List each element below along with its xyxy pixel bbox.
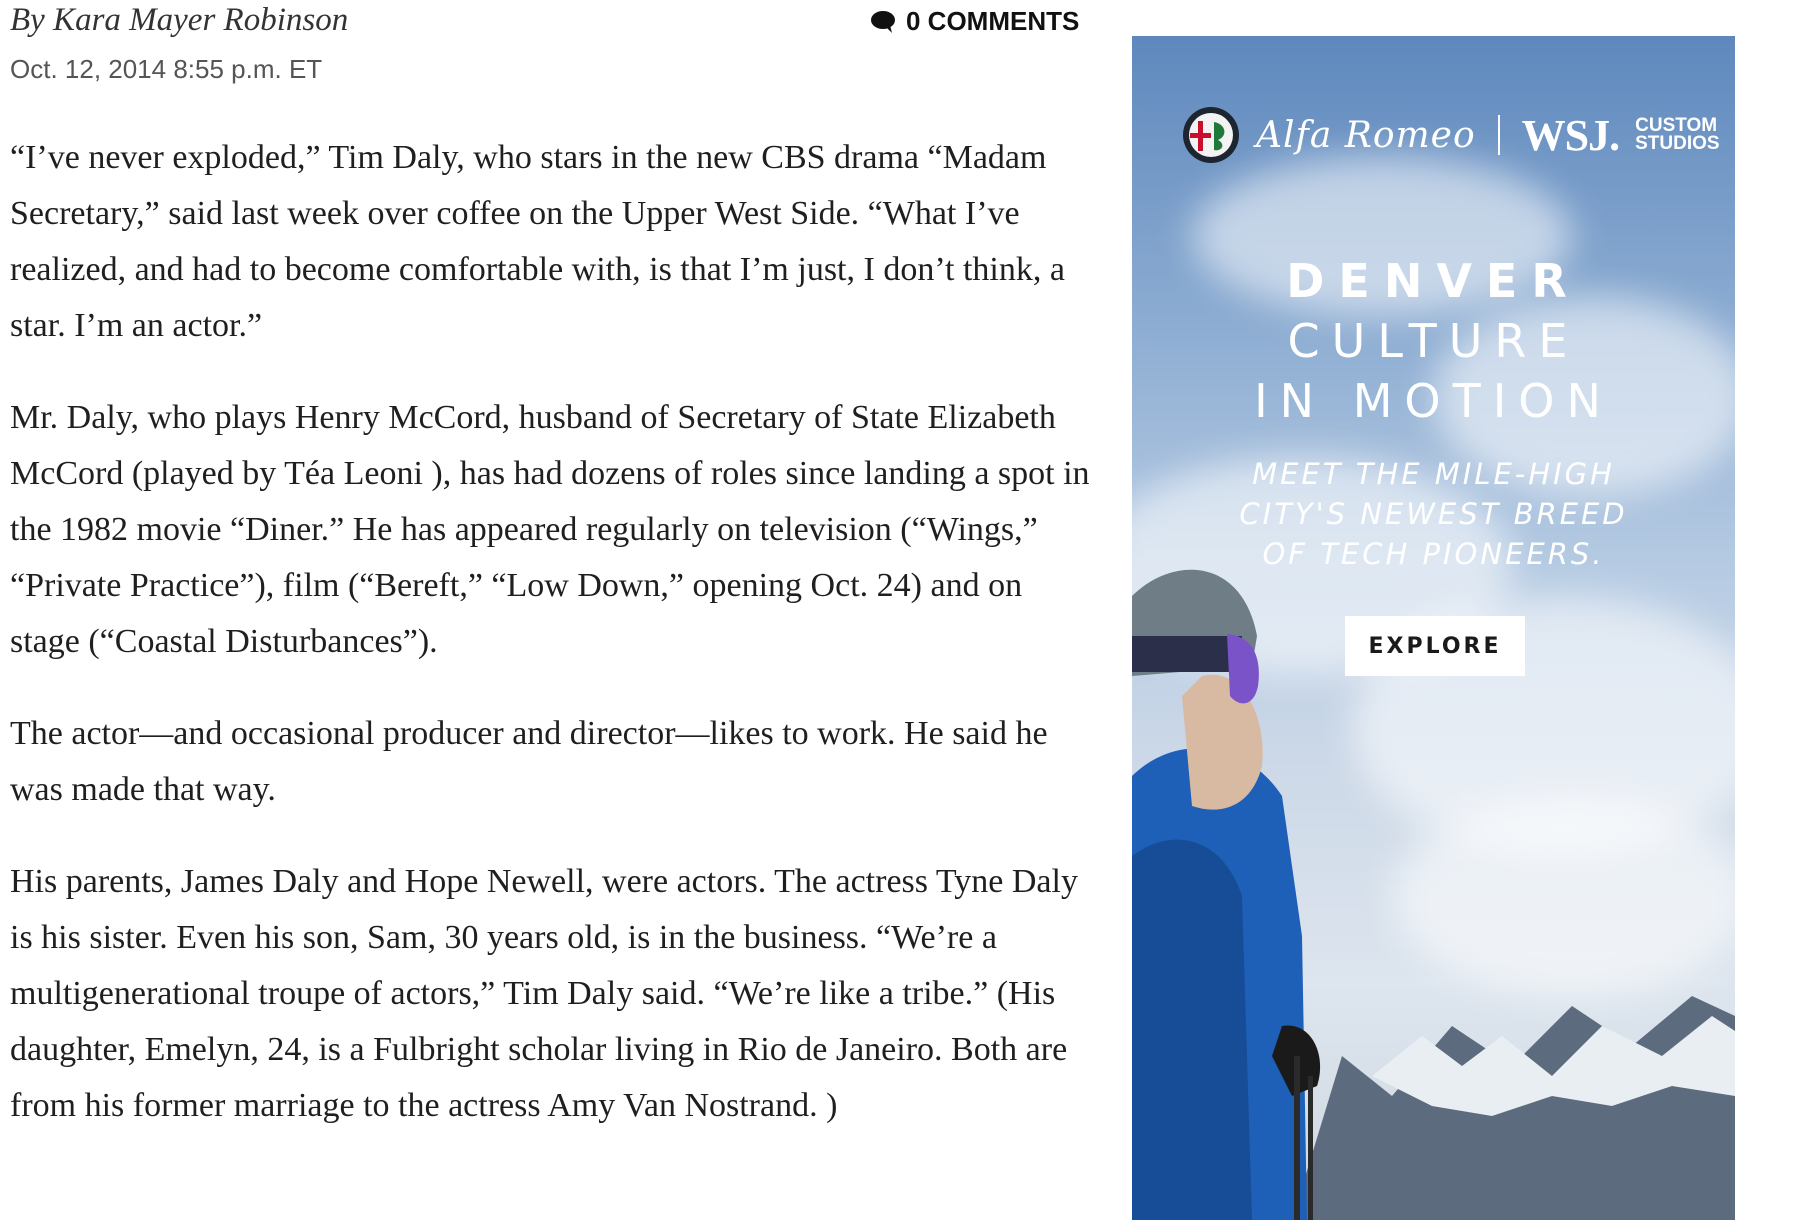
explore-button[interactable]: EXPLORE: [1345, 616, 1525, 676]
goggle-strap: [1132, 636, 1242, 672]
ad-headline-2: CULTURE: [1287, 314, 1580, 368]
paragraph: “I’ve never exploded,” Tim Daly, who sta…: [10, 139, 1065, 344]
ad-subline: CITY'S NEWEST BREED: [1239, 497, 1628, 531]
paragraph: His parents, James Daly and Hope Newell,…: [10, 863, 1078, 1124]
ski-pole: [1308, 1076, 1313, 1220]
comments-count[interactable]: 0 COMMENTS: [906, 6, 1079, 37]
ad-subline: OF TECH PIONEERS.: [1262, 537, 1605, 571]
custom-studios-line: STUDIOS: [1635, 133, 1720, 154]
alfa-romeo-badge-icon: [1183, 107, 1239, 163]
ad-subheadline: MEET THE MILE-HIGH CITY'S NEWEST BREED O…: [1132, 454, 1735, 574]
wsj-logo: WSJ.: [1521, 110, 1620, 160]
jacket-shade: [1132, 839, 1252, 1220]
ad-subline: MEET THE MILE-HIGH: [1252, 457, 1615, 491]
paragraph: Mr. Daly, who plays Henry McCord, husban…: [10, 399, 1090, 660]
ad-headline-1: DENVER: [1286, 254, 1581, 308]
article-body: “I’ve never exploded,” Tim Daly, who sta…: [10, 130, 1100, 1170]
speech-bubble-icon: [871, 10, 895, 33]
comments-link[interactable]: 0 COMMENTS: [870, 6, 1079, 37]
paragraph: The actor—and occasional producer and di…: [10, 715, 1048, 808]
sponsor-logos: Alfa Romeo WSJ. CUSTOM STUDIOS: [1182, 106, 1720, 164]
logo-divider: [1497, 115, 1500, 155]
ski-pole: [1294, 1056, 1300, 1220]
alfa-romeo-wordmark: Alfa Romeo: [1256, 114, 1476, 156]
ad-headline-3: IN MOTION: [1254, 374, 1613, 428]
byline: By Kara Mayer Robinson: [10, 2, 349, 38]
advertisement[interactable]: Alfa Romeo WSJ. CUSTOM STUDIOS DENVER CU…: [1132, 36, 1735, 1220]
dateline: Oct. 12, 2014 8:55 p.m. ET: [10, 54, 323, 84]
custom-studios: CUSTOM STUDIOS: [1635, 116, 1720, 154]
